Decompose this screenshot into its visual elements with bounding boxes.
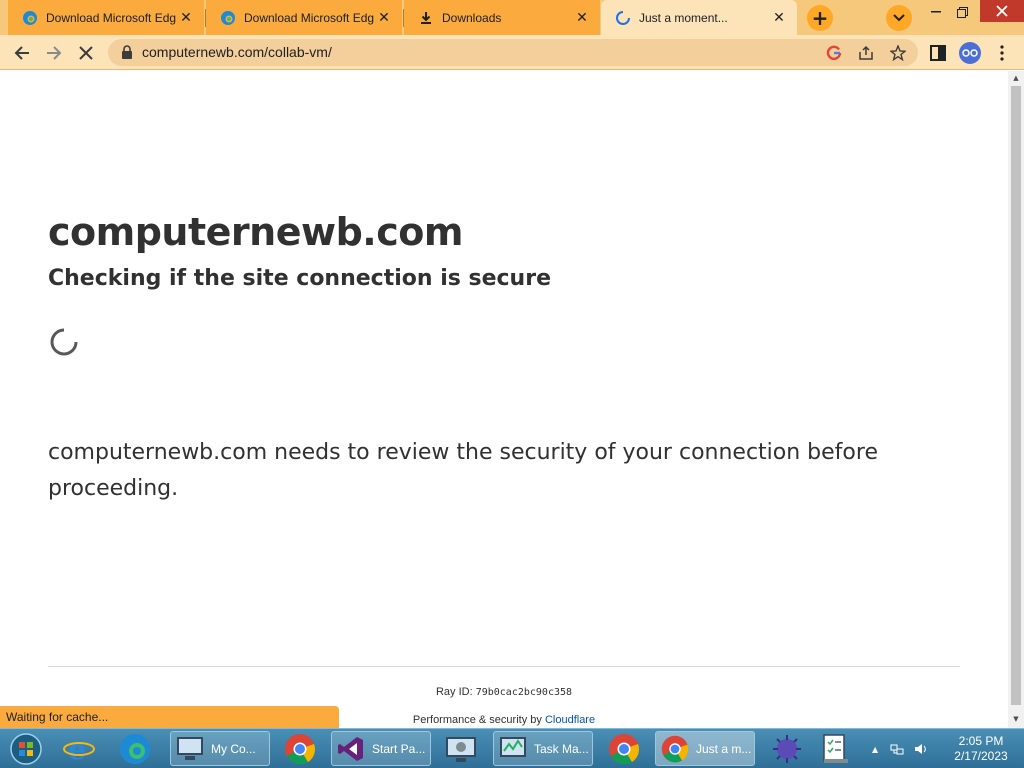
taskbar-control-panel[interactable]: [444, 731, 478, 766]
page-title: computernewb.com: [48, 210, 463, 254]
scroll-thumb[interactable]: [1011, 86, 1021, 705]
forward-button[interactable]: [40, 39, 68, 67]
side-panel-button[interactable]: [924, 39, 952, 67]
clock-time: 2:05 PM: [958, 734, 1004, 748]
volume-icon[interactable]: [914, 742, 928, 756]
taskbar-my-computer[interactable]: My Co...: [170, 731, 270, 766]
my-computer-icon: [177, 736, 203, 760]
close-icon[interactable]: ✕: [769, 8, 789, 28]
scroll-down-arrow-icon[interactable]: ▼: [1008, 712, 1024, 726]
chrome-icon: [661, 735, 689, 762]
tab-search-button[interactable]: [886, 5, 912, 31]
checklist-icon: [823, 733, 848, 763]
start-button[interactable]: [6, 732, 46, 766]
virus-icon: [773, 734, 801, 763]
tab-title: Downloads: [442, 10, 502, 25]
clock-date: 2/17/2023: [954, 749, 1008, 763]
share-icon: [859, 45, 873, 60]
vertical-scrollbar[interactable]: ▲ ▼: [1008, 71, 1024, 728]
google-lens-button[interactable]: [823, 42, 845, 64]
tab-title: Download Microsoft Edge: [244, 10, 374, 25]
taskbar-just-a-moment[interactable]: Just a m...: [655, 731, 755, 766]
stop-icon: [79, 46, 93, 60]
share-button[interactable]: [855, 42, 877, 64]
menu-button[interactable]: [988, 39, 1016, 67]
url-text[interactable]: computernewb.com/collab-vm/: [142, 44, 332, 60]
taskbar-task-manager[interactable]: Task Ma...: [493, 731, 593, 766]
lock-icon[interactable]: [120, 45, 134, 60]
taskbar-edge[interactable]: [118, 731, 152, 766]
svg-text:e: e: [68, 734, 86, 764]
chrome-icon: [285, 733, 315, 764]
taskbar: e My Co... Start Pa... Task Ma... Just a…: [0, 728, 1024, 768]
tab-download-edge-1[interactable]: Download Microsoft Edge ✕: [8, 0, 204, 35]
tab-downloads[interactable]: Downloads ✕: [404, 0, 600, 35]
tab-download-edge-2[interactable]: Download Microsoft Edge ✕: [206, 0, 402, 35]
tab-just-a-moment[interactable]: Just a moment... ✕: [601, 0, 797, 35]
page-content: computernewb.com Checking if the site co…: [0, 71, 1008, 728]
tab-strip: Download Microsoft Edge ✕ Download Micro…: [0, 0, 1024, 35]
taskbar-virus-app[interactable]: [770, 731, 804, 766]
taskbar-label: Start Pa...: [372, 741, 426, 756]
profile-avatar[interactable]: [956, 39, 984, 67]
taskbar-label: My Co...: [211, 741, 256, 756]
status-bubble: Waiting for cache...: [0, 706, 339, 728]
system-tray: ▲: [872, 729, 928, 768]
taskbar-chrome[interactable]: [283, 731, 317, 766]
performance-label: Performance & security by: [412, 714, 542, 726]
ray-id-label: Ray ID:: [435, 686, 473, 698]
scroll-up-arrow-icon[interactable]: ▲: [1008, 71, 1024, 85]
show-hidden-icons-button[interactable]: ▲: [872, 745, 878, 754]
star-icon: [890, 45, 906, 61]
ray-id-value: 79b0cac2bc90c358: [475, 687, 573, 698]
restore-button[interactable]: [951, 3, 973, 21]
arrow-right-icon: [47, 46, 62, 60]
back-button[interactable]: [8, 39, 36, 67]
windows-orb-icon: [10, 733, 42, 765]
edge-icon: [220, 10, 236, 26]
loading-spinner-icon: [50, 328, 78, 356]
taskbar-checklist[interactable]: [820, 731, 850, 766]
ray-id: Ray ID: 79b0cac2bc90c358: [0, 686, 1008, 698]
download-icon: [418, 10, 434, 26]
minimize-button[interactable]: [925, 3, 947, 21]
google-icon: [826, 45, 842, 60]
kebab-menu-icon: [1000, 45, 1004, 61]
taskbar-label: Task Ma...: [534, 741, 589, 756]
loading-spinner-icon: [615, 10, 631, 26]
tab-title: Download Microsoft Edge: [46, 10, 176, 25]
edge-icon: [22, 10, 38, 26]
taskbar-ie[interactable]: e: [62, 731, 96, 766]
avatar-icon: [959, 42, 981, 64]
taskbar-visual-studio[interactable]: Start Pa...: [331, 731, 431, 766]
clock[interactable]: 2:05 PM 2/17/2023: [944, 734, 1018, 764]
internet-explorer-icon: e: [63, 734, 95, 764]
close-icon[interactable]: ✕: [176, 8, 196, 28]
close-icon[interactable]: ✕: [572, 8, 592, 28]
cloudflare-link[interactable]: Cloudflare: [545, 714, 595, 726]
chevron-down-icon: [893, 14, 905, 22]
arrow-left-icon: [14, 46, 29, 60]
side-panel-icon: [930, 45, 946, 61]
control-panel-icon: [446, 736, 476, 762]
taskbar-label: Just a m...: [696, 741, 752, 756]
edge-icon: [120, 733, 150, 764]
tab-title: Just a moment...: [639, 10, 728, 25]
close-icon: [996, 5, 1008, 17]
visual-studio-icon: [338, 736, 363, 761]
bookmark-button[interactable]: [887, 42, 909, 64]
new-tab-button[interactable]: +: [807, 5, 833, 31]
close-window-button[interactable]: [980, 0, 1024, 22]
task-manager-icon: [500, 736, 526, 757]
footer-divider: [48, 666, 960, 667]
taskbar-chrome-2[interactable]: [607, 731, 641, 766]
chrome-icon: [609, 733, 639, 764]
close-icon[interactable]: ✕: [374, 8, 394, 28]
page-subtitle: Checking if the site connection is secur…: [48, 266, 551, 291]
security-message: computernewb.com needs to review the sec…: [48, 440, 878, 501]
stop-button[interactable]: [72, 39, 100, 67]
network-icon[interactable]: [890, 742, 904, 756]
